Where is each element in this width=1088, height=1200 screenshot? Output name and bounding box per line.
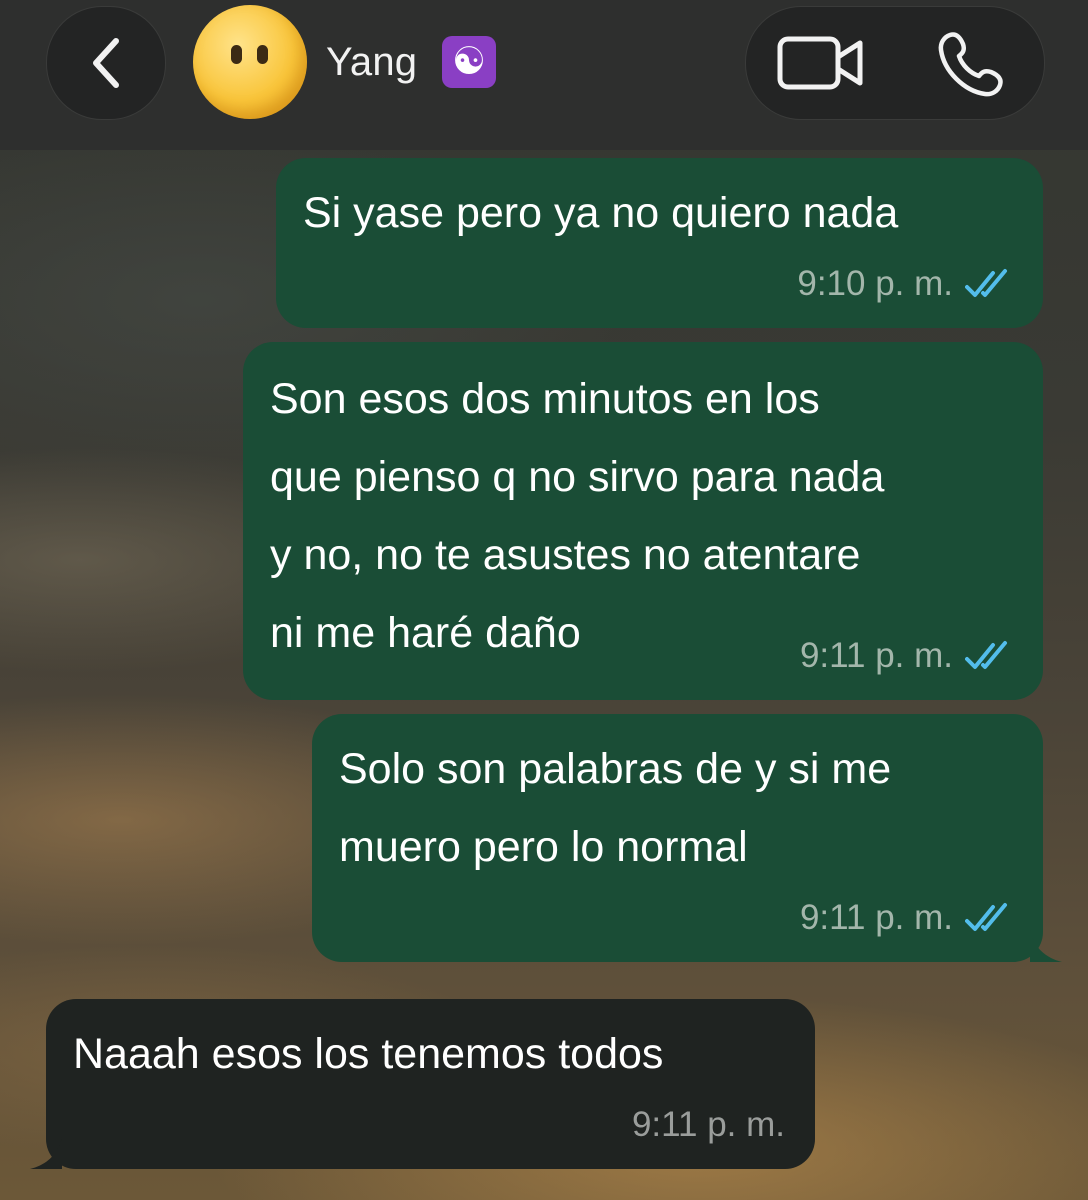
phone-icon xyxy=(938,32,1003,97)
voice-call-button[interactable] xyxy=(936,29,1006,99)
call-actions xyxy=(745,6,1045,120)
message-text: Si yase pero ya no quiero nada xyxy=(303,189,899,237)
message-time: 9:11 p. m. xyxy=(631,1105,785,1144)
message-meta: 9:10 p. m. xyxy=(797,264,1017,304)
bubble-tail-incoming xyxy=(30,1137,62,1169)
message-bubble-outgoing[interactable]: Si yase pero ya no quiero nada 9:10 p. m… xyxy=(276,158,1043,328)
bubble-tail-outgoing xyxy=(1030,930,1062,962)
message-time: 9:11 p. m. xyxy=(799,636,953,675)
chat-header: Yang ☯ xyxy=(0,0,1088,150)
message-bubble-outgoing[interactable]: Solo son palabras de y si me muero pero … xyxy=(312,714,1043,962)
video-call-button[interactable] xyxy=(776,33,866,93)
message-meta: 9:11 p. m. xyxy=(632,1105,785,1145)
back-button[interactable] xyxy=(46,6,166,120)
contact-avatar[interactable] xyxy=(193,5,307,119)
message-meta: 9:11 p. m. xyxy=(800,898,1017,938)
contact-name[interactable]: Yang xyxy=(326,38,417,86)
double-check-icon xyxy=(965,269,1007,297)
double-check-icon xyxy=(965,903,1007,931)
message-bubble-incoming[interactable]: Naaah esos los tenemos todos 9:11 p. m. xyxy=(46,999,815,1169)
message-time: 9:10 p. m. xyxy=(797,264,953,303)
message-text: Naaah esos los tenemos todos xyxy=(73,1030,664,1078)
message-meta: 9:11 p. m. xyxy=(800,636,1017,676)
avatar-right-eye xyxy=(257,45,268,64)
message-text: Son esos dos minutos en los que pienso q… xyxy=(270,375,885,657)
message-text: Solo son palabras de y si me muero pero … xyxy=(339,745,892,871)
message-bubble-outgoing[interactable]: Son esos dos minutos en los que pienso q… xyxy=(243,342,1043,700)
avatar-left-eye xyxy=(231,45,242,64)
yin-yang-icon: ☯ xyxy=(442,36,496,88)
message-time: 9:11 p. m. xyxy=(799,898,953,937)
chevron-left-icon xyxy=(93,38,119,88)
double-check-icon xyxy=(965,641,1007,669)
video-camera-icon xyxy=(777,36,863,90)
